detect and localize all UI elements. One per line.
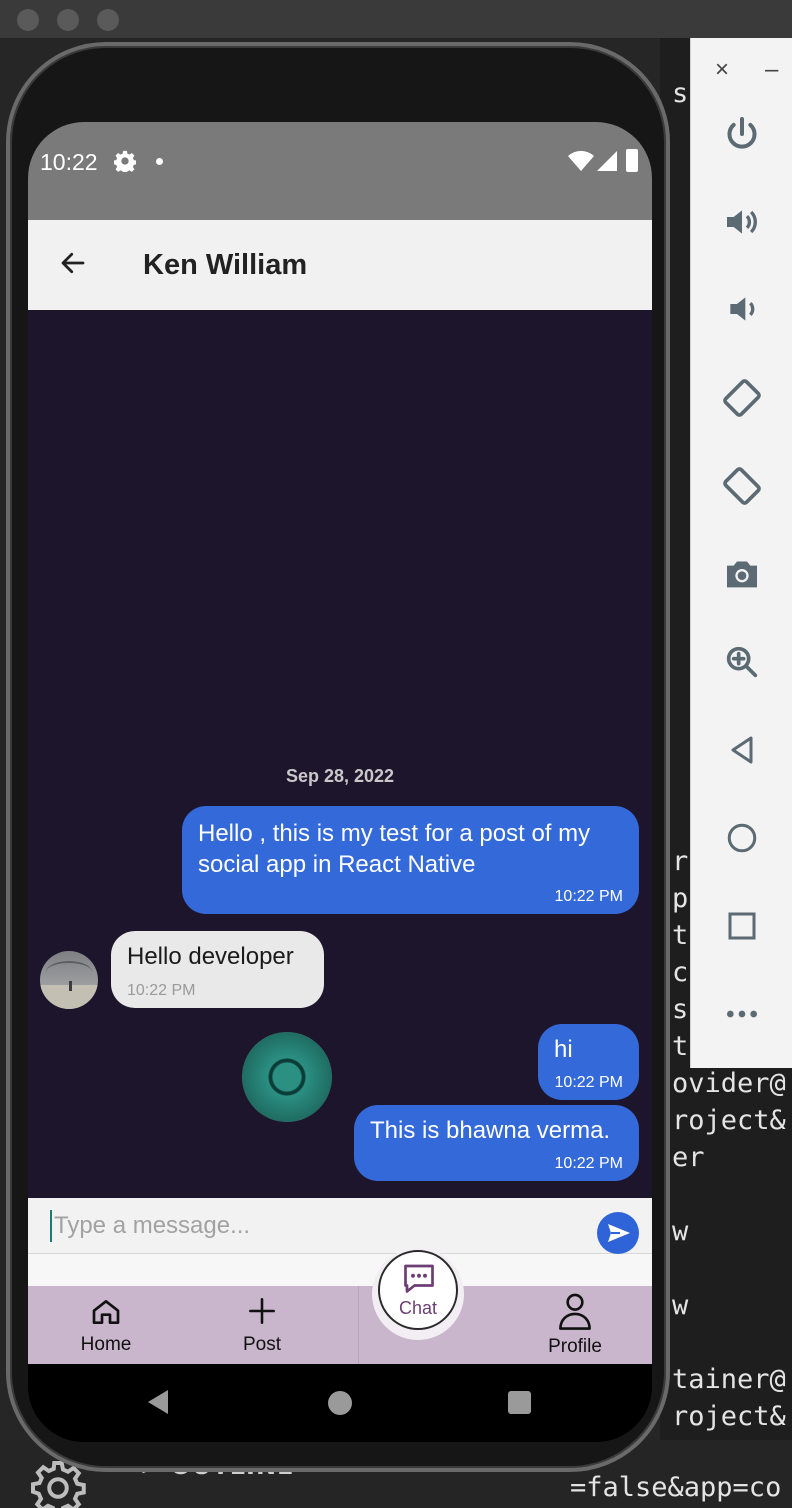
- message-input[interactable]: Type a message...: [54, 1212, 250, 1240]
- message-bubble-outgoing[interactable]: This is bhawna verma. 10:22 PM: [354, 1105, 639, 1181]
- volume-up-icon[interactable]: [718, 198, 766, 246]
- bottom-tab-bar: Home Post Profile: [28, 1286, 652, 1364]
- editor-line: t: [672, 920, 689, 951]
- editor-line: er: [672, 1142, 705, 1173]
- editor-bottom-line: =false&app=co: [570, 1472, 782, 1503]
- text-caret: [50, 1210, 52, 1242]
- date-separator: Sep 28, 2022: [285, 766, 395, 786]
- touch-indicator: [242, 1032, 332, 1122]
- window-close-button[interactable]: [17, 9, 39, 31]
- message-text-line: Hello , this is my test for a post of my: [198, 820, 591, 847]
- editor-line: p: [672, 883, 689, 914]
- message-bubble-outgoing[interactable]: Hello , this is my test for a post of my…: [182, 806, 639, 914]
- message-bubble-outgoing[interactable]: hi 10:22 PM: [538, 1024, 639, 1100]
- tab-label: Chat: [398, 1298, 438, 1318]
- camera-icon[interactable]: [718, 550, 766, 598]
- editor-line: tainer@: [672, 1364, 786, 1395]
- system-home-icon[interactable]: [328, 1391, 352, 1415]
- chat-header: Ken William: [28, 220, 652, 310]
- tab-label: Profile: [548, 1336, 602, 1357]
- battery-icon: [626, 149, 638, 172]
- editor-line: s: [672, 994, 689, 1025]
- power-icon[interactable]: [718, 110, 766, 158]
- status-time: 10:22: [40, 149, 98, 175]
- back-arrow-icon[interactable]: [58, 248, 88, 278]
- message-time: 10:22 PM: [127, 982, 196, 999]
- tab-divider: [358, 1286, 359, 1364]
- editor-line: c: [672, 957, 689, 988]
- cell-signal-icon: [597, 151, 617, 171]
- editor-line: t: [672, 1031, 689, 1062]
- message-text-line: social app in React Native: [198, 851, 476, 878]
- tab-chat[interactable]: Chat: [378, 1250, 458, 1330]
- overview-square-icon[interactable]: [718, 902, 766, 950]
- tab-post[interactable]: Post: [214, 1286, 310, 1364]
- chat-title: Ken William: [143, 249, 308, 281]
- tab-label: Post: [242, 1334, 282, 1355]
- plus-icon: [249, 1298, 275, 1324]
- message-text: hi: [554, 1036, 573, 1063]
- rotate-right-icon[interactable]: [718, 462, 766, 510]
- window-title-bar: [0, 0, 792, 38]
- phone-screen: 10:22 Ken William Sep 28, 2022 Hello , t…: [28, 122, 652, 1442]
- editor-line: r: [672, 846, 689, 877]
- profile-icon: [559, 1293, 591, 1330]
- tab-label: Home: [80, 1334, 132, 1355]
- avatar[interactable]: [40, 951, 98, 1009]
- editor-line: ovider@: [672, 1068, 786, 1099]
- editor-line: w: [672, 1216, 689, 1247]
- tab-home[interactable]: Home: [58, 1286, 154, 1364]
- home-icon: [92, 1300, 120, 1324]
- tab-profile[interactable]: Profile: [525, 1286, 625, 1364]
- more-icon[interactable]: [718, 990, 766, 1038]
- message-text: Hello developer: [127, 943, 294, 970]
- wifi-icon: [568, 150, 594, 171]
- editor-line: w: [672, 1290, 689, 1321]
- message-bubble-incoming[interactable]: Hello developer 10:22 PM: [111, 931, 324, 1008]
- window-maximize-button[interactable]: [97, 9, 119, 31]
- window-minimize-button[interactable]: [57, 9, 79, 31]
- message-time: 10:22 PM: [554, 888, 623, 905]
- rotate-left-icon[interactable]: [718, 374, 766, 422]
- message-time: 10:22 PM: [554, 1155, 623, 1172]
- send-button[interactable]: [597, 1212, 639, 1254]
- system-overview-icon[interactable]: [508, 1391, 531, 1414]
- system-back-icon[interactable]: [146, 1388, 170, 1416]
- notification-dot-icon: [156, 158, 163, 165]
- toolbar-close-button[interactable]: ×: [715, 56, 729, 84]
- message-composer: Type a message...: [28, 1198, 652, 1254]
- system-navigation-bar: [28, 1364, 652, 1442]
- message-list[interactable]: Sep 28, 2022 Hello , this is my test for…: [28, 310, 652, 1198]
- message-time: 10:22 PM: [554, 1074, 623, 1091]
- back-triangle-icon[interactable]: [718, 726, 766, 774]
- editor-line: roject&: [672, 1105, 786, 1136]
- chat-bubble-icon: [404, 1264, 434, 1293]
- zoom-icon[interactable]: [718, 638, 766, 686]
- settings-status-icon: [114, 150, 136, 172]
- home-circle-icon[interactable]: [718, 814, 766, 862]
- message-text: This is bhawna verma.: [370, 1117, 611, 1144]
- emulator-toolbar: × –: [690, 38, 792, 1068]
- nav-top-spacer: [28, 1254, 652, 1286]
- desktop: sa r p t c s t ovider@ roject& er w w ta…: [0, 0, 792, 1508]
- send-icon: [608, 1224, 630, 1242]
- toolbar-minimize-button[interactable]: –: [765, 56, 778, 84]
- volume-down-icon[interactable]: [718, 285, 766, 333]
- status-bar: 10:22: [28, 122, 652, 220]
- editor-line: roject&: [672, 1401, 786, 1432]
